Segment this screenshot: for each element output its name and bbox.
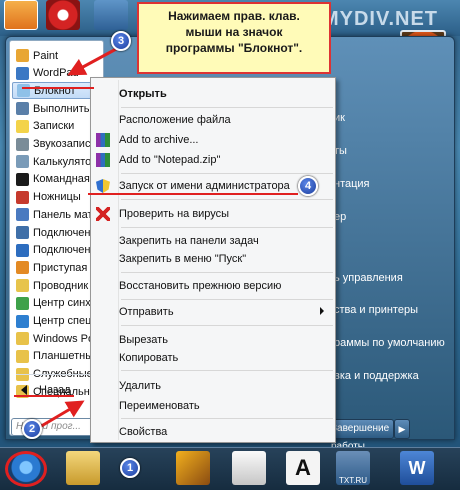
program-label: Ножницы xyxy=(33,191,81,204)
program-icon xyxy=(16,296,29,310)
program-icon xyxy=(16,226,29,239)
program-label: Выполнить xyxy=(33,102,90,115)
program-icon xyxy=(16,349,29,363)
step-badge-2: 2 xyxy=(22,419,42,439)
context-menu: Открыть Расположение файла Add to archiv… xyxy=(90,77,336,443)
submenu-arrow-icon xyxy=(320,307,324,315)
calendar-taskbar-icon[interactable] xyxy=(232,451,266,485)
app-icon-blue[interactable] xyxy=(94,0,128,30)
right-pane-link[interactable]: ства и принтеры xyxy=(334,304,418,316)
watermark: MYDIV.NET xyxy=(321,8,438,30)
word-taskbar-icon[interactable]: W xyxy=(400,451,434,485)
menu-item-copy[interactable]: Копировать xyxy=(119,348,178,368)
program-icon xyxy=(16,66,29,80)
program-icon xyxy=(16,243,29,257)
menu-separator xyxy=(121,107,333,108)
program-label: Звукозапись xyxy=(33,138,97,150)
program-label: Paint xyxy=(33,49,59,62)
menu-separator xyxy=(121,325,333,326)
menu-item-properties[interactable]: Свойства xyxy=(119,422,167,442)
step-badge-3: 3 xyxy=(111,31,131,51)
font-taskbar-icon[interactable]: A xyxy=(286,451,320,485)
menu-item-file-location[interactable]: Расположение файла xyxy=(119,110,231,130)
winrar-icon xyxy=(96,153,110,167)
app-icon-red[interactable] xyxy=(46,0,80,30)
right-pane-link[interactable]: вка и поддержка xyxy=(334,370,419,382)
menu-item-add-zip[interactable]: Add to "Notepad.zip" xyxy=(119,150,220,170)
program-icon xyxy=(16,49,29,62)
txt-label: TXT.RU xyxy=(339,476,367,485)
highlight-underline xyxy=(14,395,74,397)
program-icon xyxy=(16,155,29,169)
shutdown-options-button[interactable]: ▶ xyxy=(394,419,410,439)
winrar-icon xyxy=(96,133,110,147)
start-button[interactable] xyxy=(5,451,47,487)
uac-shield-icon xyxy=(96,179,110,193)
menu-item-scan-virus[interactable]: Проверить на вирусы xyxy=(119,204,229,224)
menu-item-restore-previous[interactable]: Восстановить прежнюю версию xyxy=(119,276,281,296)
program-icon xyxy=(16,314,29,328)
menu-item-open[interactable]: Открыть xyxy=(119,84,167,104)
menu-item-rename[interactable]: Переименовать xyxy=(119,396,200,416)
menu-item-cut[interactable]: Вырезать xyxy=(119,330,168,350)
program-label: WordPad xyxy=(33,67,79,80)
program-icon xyxy=(16,137,29,151)
callout-line: программы "Блокнот". xyxy=(165,41,303,55)
program-label: Проводник xyxy=(33,279,89,292)
step-badge-1: 1 xyxy=(120,458,140,478)
right-pane-link[interactable]: нтация xyxy=(334,178,370,190)
txt-taskbar-icon[interactable]: TXT.RU xyxy=(336,451,370,485)
step-badge-4: 4 xyxy=(298,176,318,196)
instruction-callout: Нажимаем прав. клав. мыши на значок прог… xyxy=(137,2,331,74)
program-icon xyxy=(16,190,29,204)
program-icon xyxy=(16,332,29,346)
program-label: Калькулятор xyxy=(33,155,98,168)
highlight-underline xyxy=(22,87,94,89)
menu-item-delete[interactable]: Удалить xyxy=(119,376,161,396)
menu-item-send-to[interactable]: Отправить xyxy=(119,302,174,322)
menu-separator xyxy=(121,299,333,300)
divider xyxy=(16,374,99,375)
program-icon xyxy=(16,279,29,293)
program-icon xyxy=(16,208,29,222)
program-icon xyxy=(16,119,29,133)
program-item[interactable]: Paint xyxy=(12,47,104,64)
program-label: Записки xyxy=(33,120,75,133)
app-taskbar-icon[interactable] xyxy=(176,451,210,485)
explorer-taskbar-icon[interactable] xyxy=(66,451,100,485)
menu-item-pin-taskbar[interactable]: Закрепить на панели задач xyxy=(119,231,259,251)
callout-line: Нажимаем прав. клав. xyxy=(168,9,300,23)
program-icon xyxy=(16,261,29,275)
menu-separator xyxy=(121,199,333,200)
program-icon xyxy=(16,102,29,116)
menu-separator xyxy=(121,272,333,273)
menu-item-add-archive[interactable]: Add to archive... xyxy=(119,130,199,150)
menu-separator xyxy=(121,173,333,174)
menu-item-pin-start[interactable]: Закрепить в меню "Пуск" xyxy=(119,249,246,269)
antivirus-icon xyxy=(96,207,110,221)
callout-line: мыши на значок xyxy=(185,25,283,39)
program-icon xyxy=(16,172,29,186)
menu-separator xyxy=(121,418,333,419)
app-icon-orange[interactable] xyxy=(4,0,38,30)
highlight-underline xyxy=(88,193,298,195)
right-pane-link[interactable]: раммы по умолчанию xyxy=(334,337,445,349)
right-pane-link[interactable]: ь управления xyxy=(334,272,403,284)
menu-separator xyxy=(121,227,333,228)
back-arrow-icon xyxy=(21,385,27,395)
menu-separator xyxy=(121,370,333,371)
